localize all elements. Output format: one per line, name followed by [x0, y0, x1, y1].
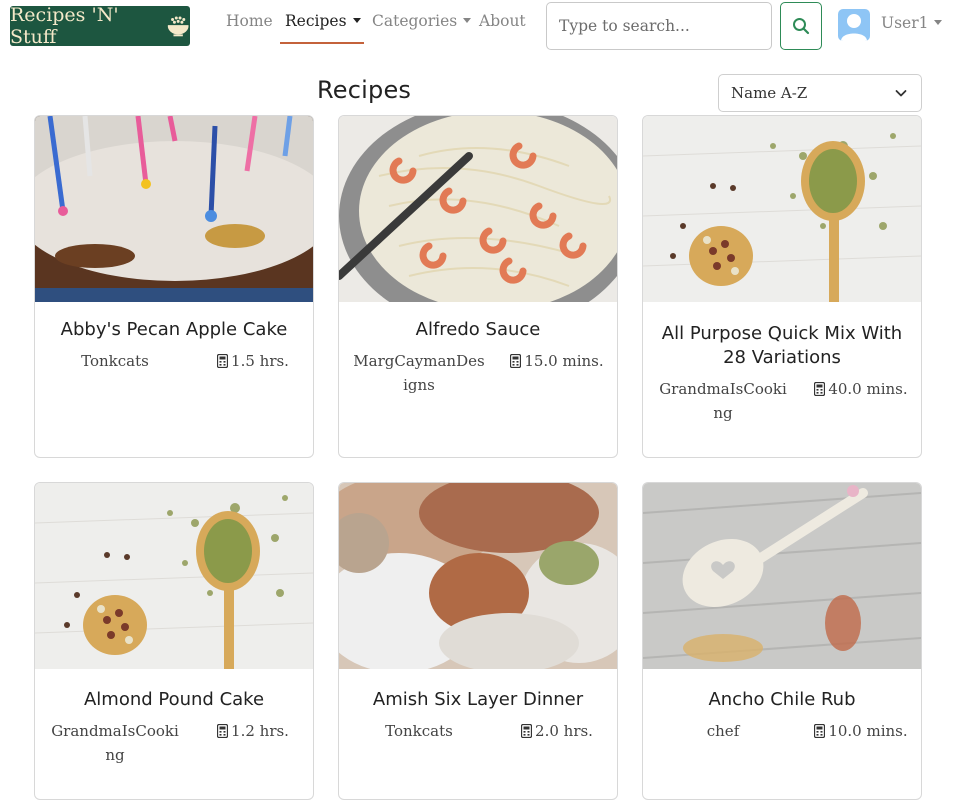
sort-selected-value: Name A-Z [731, 84, 808, 102]
recipe-card[interactable]: Abby's Pecan Apple Cake Tonkcats 1.5 hrs… [34, 115, 314, 458]
recipe-image [35, 483, 313, 669]
recipe-title[interactable]: Almond Pound Cake [45, 688, 303, 712]
recipe-image [35, 116, 313, 302]
nav-home[interactable]: Home [226, 12, 273, 30]
brand-logo[interactable]: Recipes 'N' Stuff [10, 4, 190, 48]
recipe-author[interactable]: GrandmaIsCooking [655, 377, 791, 425]
avatar[interactable] [838, 9, 870, 41]
nav-recipes[interactable]: Recipes [285, 12, 361, 30]
caret-down-icon [934, 19, 943, 25]
recipe-time-value: 2.0 hrs. [535, 722, 593, 740]
recipe-time-value: 40.0 mins. [828, 380, 908, 398]
recipe-title[interactable]: Ancho Chile Rub [653, 688, 911, 712]
recipe-time-value: 1.2 hrs. [231, 722, 289, 740]
recipe-card[interactable]: Alfredo Sauce MargCaymanDesigns 15.0 min… [338, 115, 618, 458]
recipe-title[interactable]: Alfredo Sauce [349, 318, 607, 342]
brand-name: Recipes 'N' Stuff [10, 4, 119, 48]
recipe-card[interactable]: All Purpose Quick Mix With 28 Variations… [642, 115, 922, 458]
nav-about[interactable]: About [479, 12, 526, 30]
recipe-author[interactable]: GrandmaIsCooking [47, 719, 183, 767]
recipe-image [339, 116, 617, 302]
active-tab-indicator [280, 42, 364, 44]
nav-categories-label: Categories [372, 12, 458, 30]
search-input[interactable] [546, 2, 772, 50]
recipe-title[interactable]: All Purpose Quick Mix With 28 Variations [653, 322, 911, 370]
recipe-time-value: 15.0 mins. [524, 352, 604, 370]
nav-about-label: About [479, 12, 526, 30]
nav-categories[interactable]: Categories [372, 12, 472, 30]
recipe-author[interactable]: MargCaymanDesigns [351, 349, 487, 397]
calculator-icon [217, 354, 229, 368]
recipe-card[interactable]: Ancho Chile Rub chef 10.0 mins. [642, 482, 922, 800]
bowl-icon [167, 16, 189, 37]
calculator-icon [217, 724, 229, 738]
user-icon [841, 14, 867, 41]
recipe-image [643, 483, 921, 669]
caret-down-icon [352, 17, 361, 23]
recipe-time: 1.5 hrs. [193, 349, 313, 373]
calculator-icon [814, 724, 826, 738]
calculator-icon [814, 382, 826, 396]
recipe-time: 40.0 mins. [801, 377, 921, 401]
recipe-card[interactable]: Almond Pound Cake GrandmaIsCooking 1.2 h… [34, 482, 314, 800]
recipe-time: 1.2 hrs. [193, 719, 313, 743]
search-button[interactable] [780, 2, 822, 50]
recipe-time: 10.0 mins. [801, 719, 921, 743]
recipe-title[interactable]: Abby's Pecan Apple Cake [45, 318, 303, 342]
sort-select[interactable]: Name A-Z [718, 74, 922, 112]
recipe-time: 15.0 mins. [497, 349, 617, 373]
search-icon [793, 18, 810, 35]
recipe-time-value: 1.5 hrs. [231, 352, 289, 370]
recipe-image [339, 483, 617, 669]
user-name: User1 [881, 14, 929, 32]
recipe-author[interactable]: chef [655, 719, 791, 743]
recipe-time-value: 10.0 mins. [828, 722, 908, 740]
recipe-card[interactable]: Amish Six Layer Dinner Tonkcats 2.0 hrs. [338, 482, 618, 800]
user-menu[interactable]: User1 [881, 14, 943, 32]
nav-home-label: Home [226, 12, 273, 30]
recipe-time: 2.0 hrs. [497, 719, 617, 743]
recipe-title[interactable]: Amish Six Layer Dinner [349, 688, 607, 712]
recipe-image [643, 116, 921, 302]
recipe-author[interactable]: Tonkcats [351, 719, 487, 743]
nav-recipes-label: Recipes [285, 12, 347, 30]
caret-down-icon [463, 17, 472, 23]
recipe-author[interactable]: Tonkcats [47, 349, 183, 373]
chevron-down-icon [895, 90, 907, 97]
calculator-icon [521, 724, 533, 738]
page-title: Recipes [317, 76, 412, 104]
calculator-icon [510, 354, 522, 368]
